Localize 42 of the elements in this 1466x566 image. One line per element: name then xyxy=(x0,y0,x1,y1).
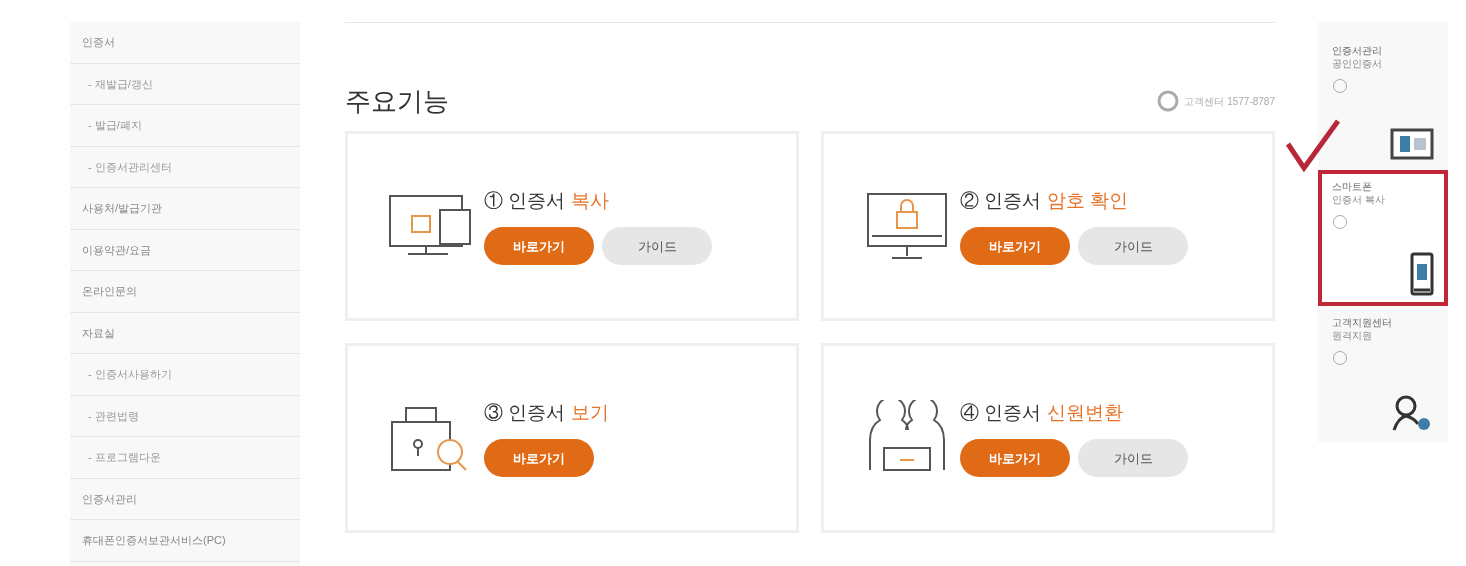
sidebar-item[interactable]: 온라인문의 xyxy=(70,271,300,313)
feature-title: ③ 인증서 보기 xyxy=(484,400,609,425)
sidebar-item[interactable]: - 관련법령 xyxy=(70,395,300,437)
go-button[interactable]: 바로가기 xyxy=(484,227,594,266)
info-icon xyxy=(1332,350,1348,366)
info-icon xyxy=(1332,214,1348,230)
sidebar-item[interactable]: 사용처/발급기관 xyxy=(70,188,300,230)
guide-button[interactable]: 가이드 xyxy=(1078,227,1188,266)
quick-menu-title: 고객지원센터 xyxy=(1332,316,1393,329)
sidebar-item[interactable]: - 프로그램다운 xyxy=(70,437,300,479)
go-button[interactable]: 바로가기 xyxy=(960,439,1070,478)
sidebar-item[interactable]: - 인증서관리센터 xyxy=(70,146,300,188)
feature-title: ④ 인증서 신원변환 xyxy=(960,400,1124,425)
sidebar-item[interactable]: - 발급/폐지 xyxy=(70,105,300,147)
feature-title: ① 인증서 복사 xyxy=(484,188,610,213)
quick-menu-title: 인증서관리 xyxy=(1332,44,1383,57)
checkmark-drawing xyxy=(1285,118,1341,172)
quick-menu-item[interactable]: 스마트폰 인증서 복사 xyxy=(1318,170,1448,306)
sidebar-item[interactable]: - 재발급/갱신 xyxy=(70,63,300,105)
monitor-lock-icon xyxy=(864,190,950,262)
go-button[interactable]: 바로가기 xyxy=(484,439,594,478)
quick-menu-subtitle: 원격지원 xyxy=(1332,329,1373,342)
certificate-card-icon xyxy=(1390,126,1434,160)
sidebar-item[interactable]: 자료실 xyxy=(70,312,300,354)
guide-button[interactable]: 가이드 xyxy=(602,227,712,266)
section-title: 주요기능 xyxy=(345,84,449,118)
quick-menu-subtitle: 인증서 복사 xyxy=(1332,193,1386,206)
sidebar-item[interactable]: - 인증서사용하기 xyxy=(70,354,300,396)
quick-menu-subtitle: 공인인증서 xyxy=(1332,57,1383,70)
feature-title: ② 인증서 암호 확인 xyxy=(960,188,1129,213)
go-button[interactable]: 바로가기 xyxy=(960,227,1070,266)
sidebar-item[interactable]: 인증서 xyxy=(70,22,300,64)
sidebar-item[interactable]: 인증서관리 xyxy=(70,478,300,520)
quick-menu-item[interactable]: 고객지원센터 원격지원 xyxy=(1318,306,1448,442)
info-icon xyxy=(1332,78,1348,94)
quick-menu-item[interactable]: 인증서관리 공인인증서 xyxy=(1318,34,1448,170)
guide-button[interactable]: 가이드 xyxy=(1078,439,1188,478)
help-text: 고객센터 1577-8787 xyxy=(1184,94,1275,109)
sidebar-item[interactable]: 이용약관/요금 xyxy=(70,229,300,271)
smartphone-icon xyxy=(1410,252,1434,296)
sidebar-item[interactable]: 휴대폰인증서보관서비스(PC) xyxy=(70,520,300,562)
quick-menu-title: 스마트폰 xyxy=(1332,180,1373,193)
